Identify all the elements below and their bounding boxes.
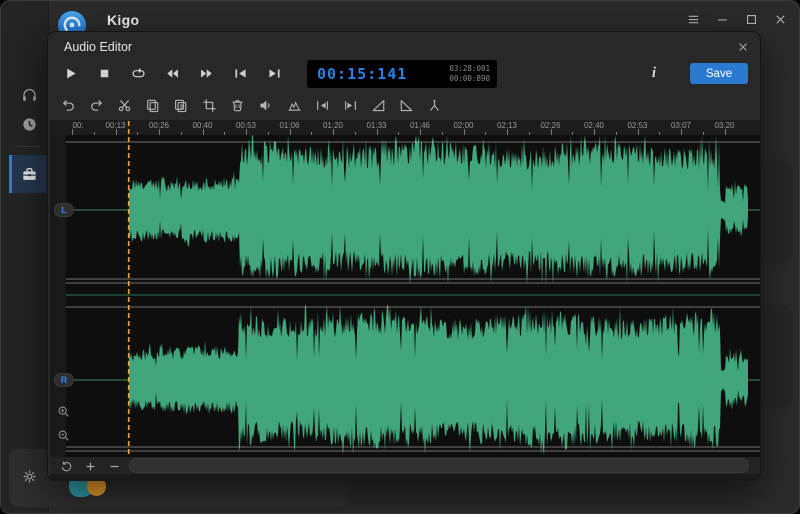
close-icon (775, 14, 785, 24)
paste-icon (174, 99, 186, 112)
fade-out-button[interactable] (395, 94, 417, 116)
sidebar-divider (15, 146, 41, 147)
fade-in-button[interactable] (367, 94, 389, 116)
total-time: 03:28:001 (449, 64, 490, 73)
dialog-title: Audio Editor (64, 40, 133, 54)
fade-out-icon (400, 99, 412, 111)
sidebar-item-toolbox[interactable] (9, 155, 49, 193)
window-maximize-button[interactable] (739, 7, 763, 31)
cut-icon (118, 99, 130, 111)
trash-icon (232, 99, 242, 111)
play-button[interactable] (57, 60, 83, 86)
decrease-button[interactable] (106, 458, 122, 474)
loop-icon (131, 67, 145, 77)
rewind-button[interactable] (159, 60, 185, 86)
skip-end-icon (268, 68, 280, 78)
skip-start-button[interactable] (227, 60, 253, 86)
split-icon (429, 99, 439, 111)
toolbox-icon (22, 167, 36, 180)
audio-editor-dialog: Audio Editor 00:15:141 03:28:001 00:00:8… (47, 31, 761, 481)
volume-button[interactable] (254, 94, 276, 116)
reset-zoom-button[interactable] (58, 458, 74, 474)
dialog-close-button[interactable] (733, 37, 753, 57)
close-icon (739, 43, 747, 51)
redo-button[interactable] (85, 94, 107, 116)
crop-button[interactable] (198, 94, 220, 116)
menu-icon (688, 15, 698, 23)
zoom-out-icon (58, 430, 69, 441)
sidebar (1, 1, 49, 513)
undo-button[interactable] (57, 94, 79, 116)
zoom-out-button[interactable] (56, 428, 71, 443)
minus-icon (110, 465, 118, 467)
sidebar-item-settings[interactable] (9, 459, 49, 493)
history-icon (22, 117, 36, 131)
window-controls (681, 1, 799, 33)
stop-button[interactable] (91, 60, 117, 86)
stop-icon (100, 69, 108, 77)
plus-icon (86, 462, 94, 470)
scrollbar-thumb[interactable] (129, 458, 749, 473)
zoom-in-icon (58, 406, 69, 417)
waveform-svg (66, 121, 760, 458)
minimize-icon (717, 18, 727, 21)
time-display: 00:15:141 03:28:001 00:00:890 (307, 60, 497, 88)
window-close-button[interactable] (768, 7, 792, 31)
fade-in-icon (372, 99, 384, 111)
play-icon (66, 68, 76, 78)
volume-icon (259, 100, 269, 110)
levels-button[interactable] (283, 94, 305, 116)
channel-label-right: R (54, 373, 74, 387)
crop-icon (202, 98, 216, 112)
copy-icon (146, 99, 158, 112)
marker-in-button[interactable] (311, 94, 333, 116)
paste-button[interactable] (169, 94, 191, 116)
info-button[interactable]: i (643, 60, 665, 86)
window-minimize-button[interactable] (710, 7, 734, 31)
skip-start-icon (234, 68, 246, 78)
rewind-icon (166, 68, 178, 78)
sidebar-item-audio[interactable] (9, 79, 49, 109)
marker-in-icon (316, 100, 328, 110)
window-title: Kigo (107, 12, 140, 28)
time-total-remaining: 03:28:001 00:00:890 (449, 64, 490, 84)
current-time: 00:15:141 (317, 65, 408, 83)
headphones-icon (22, 88, 36, 101)
zoom-in-button[interactable] (56, 404, 71, 419)
background-panel (763, 305, 793, 409)
remaining-time: 00:00:890 (449, 74, 490, 83)
marker-out-button[interactable] (339, 94, 361, 116)
copy-button[interactable] (141, 94, 163, 116)
reset-icon (61, 460, 71, 471)
fast-forward-icon (200, 68, 212, 78)
sidebar-item-history[interactable] (9, 109, 49, 139)
channel-label-left: L (54, 203, 74, 217)
undo-icon (62, 99, 74, 111)
maximize-icon (746, 14, 756, 24)
background-panel (763, 159, 793, 265)
gear-icon (23, 470, 35, 482)
marker-out-icon (344, 100, 356, 110)
save-button[interactable]: Save (690, 63, 748, 84)
sidebar-active-indicator (9, 155, 12, 193)
levels-icon (288, 100, 300, 111)
skip-end-button[interactable] (261, 60, 287, 86)
delete-button[interactable] (226, 94, 248, 116)
window-menu-button[interactable] (681, 7, 705, 31)
fast-forward-button[interactable] (193, 60, 219, 86)
split-button[interactable] (423, 94, 445, 116)
app-window: Kigo Audio Editor 00:15:141 03:28:001 00… (0, 0, 800, 514)
increase-button[interactable] (82, 458, 98, 474)
dialog-footer (50, 474, 760, 481)
cut-button[interactable] (113, 94, 135, 116)
loop-button[interactable] (125, 60, 151, 86)
redo-icon (90, 99, 102, 111)
